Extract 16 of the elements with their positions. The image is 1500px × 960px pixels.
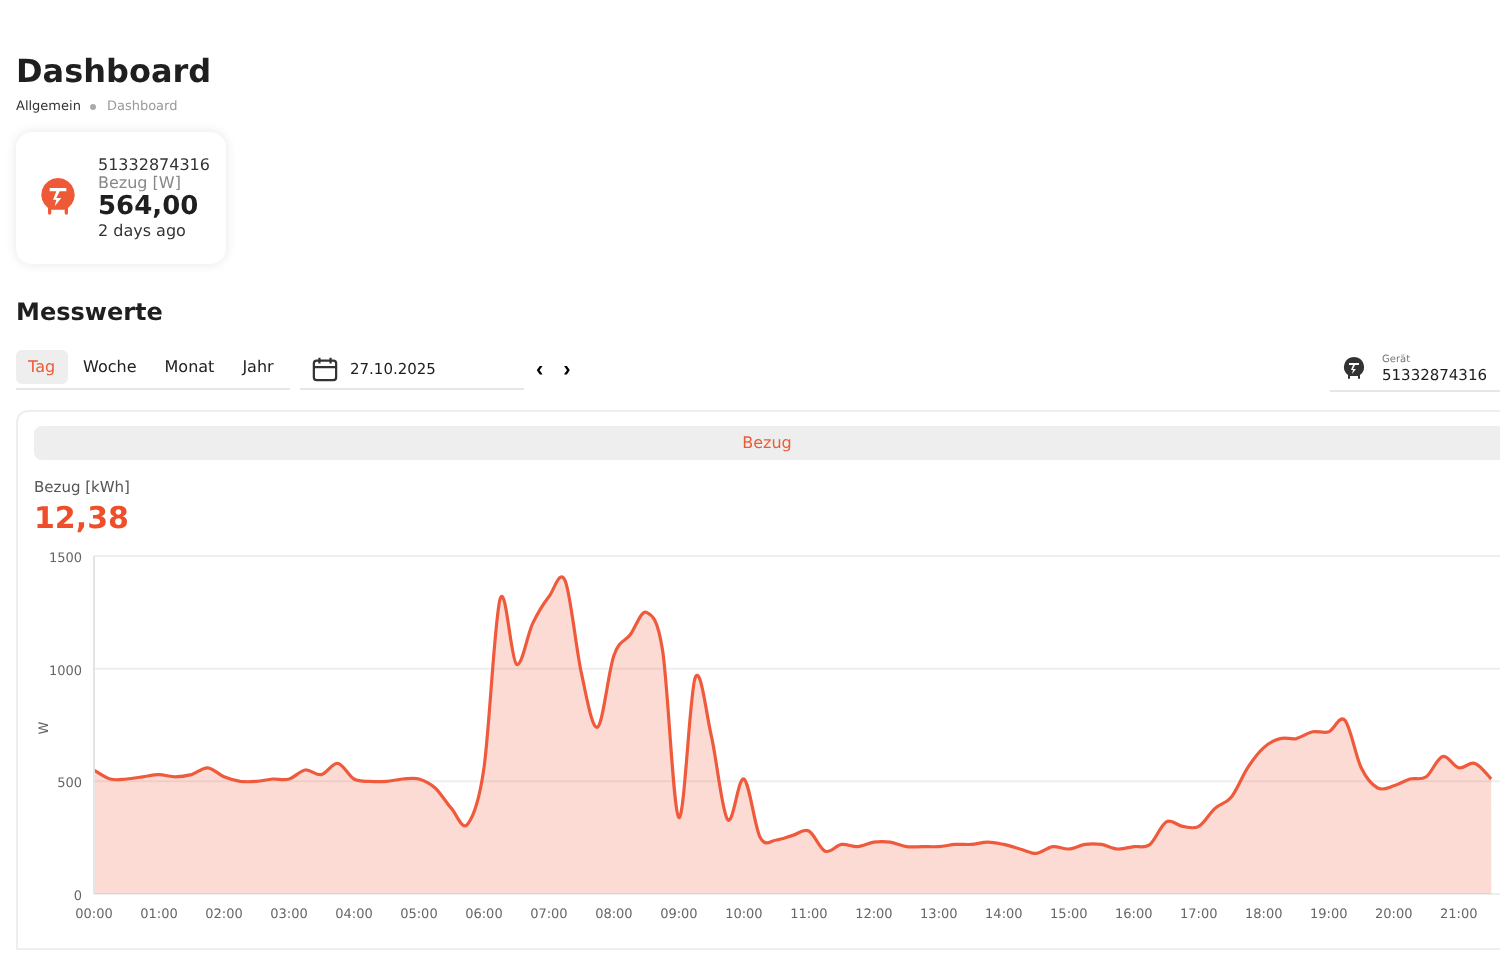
meter-label: Bezug [W] bbox=[98, 174, 183, 192]
period-tab[interactable]: Jahr bbox=[230, 350, 286, 384]
meter-icon bbox=[38, 176, 78, 220]
page-title: Dashboard bbox=[16, 52, 214, 92]
next-button[interactable]: › bbox=[555, 358, 579, 382]
period-tab[interactable]: Monat bbox=[152, 350, 227, 384]
breadcrumb-separator-icon bbox=[90, 103, 97, 109]
total-value: 12,38 bbox=[34, 500, 131, 536]
calendar-icon bbox=[312, 356, 338, 382]
period-tab[interactable]: Woche bbox=[71, 350, 149, 384]
meter-value: 564,00 bbox=[98, 192, 201, 222]
previous-button[interactable]: ‹ bbox=[528, 358, 552, 382]
meter-serial: 51332874316 bbox=[98, 156, 210, 174]
meter-icon bbox=[1342, 355, 1366, 381]
section-title: Messwerte bbox=[16, 298, 165, 326]
meter-time: 2 days ago bbox=[98, 222, 188, 240]
